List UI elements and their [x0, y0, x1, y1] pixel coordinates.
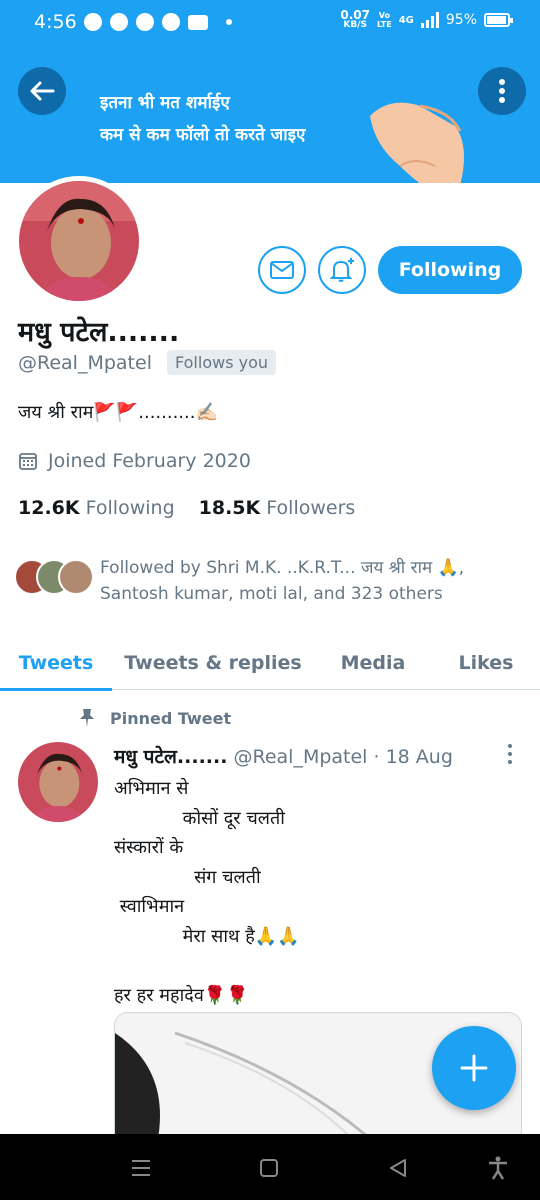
person-icon: [136, 13, 154, 31]
more-options-button[interactable]: [478, 67, 526, 115]
following-button[interactable]: Following: [378, 246, 522, 294]
back-nav-button[interactable]: [378, 1154, 418, 1182]
tab-tweets-replies[interactable]: Tweets & replies: [112, 636, 314, 690]
avatar-image: [19, 181, 139, 301]
play-icon: [110, 13, 128, 31]
youtube-icon: [188, 15, 208, 30]
compose-tweet-button[interactable]: [432, 1026, 516, 1110]
whatsapp-icon: [84, 13, 102, 31]
notification-icons: [84, 13, 232, 31]
followers-stat[interactable]: 18.5K Followers: [199, 497, 356, 519]
arrow-left-icon: [30, 81, 55, 101]
following-count: 12.6K: [18, 497, 80, 519]
profile-avatar[interactable]: [14, 176, 144, 306]
tweet-handle: @Real_Mpatel: [233, 746, 368, 768]
battery-percent: 95%: [445, 12, 477, 28]
tweet-avatar[interactable]: [18, 742, 98, 822]
profile-banner: इतना भी मत शर्माईए कम से कम फॉलो तो करते…: [0, 46, 540, 183]
network-type: 4G: [398, 14, 414, 26]
pin-icon: [80, 709, 94, 727]
tab-likes[interactable]: Likes: [432, 636, 540, 690]
recent-apps-button[interactable]: [121, 1154, 161, 1182]
battery-icon: [484, 13, 513, 27]
status-bar: 4:56 0.07 KB/S Vo LTE 4G 95%: [0, 0, 540, 46]
tab-media[interactable]: Media: [314, 636, 432, 690]
joined-date: Joined February 2020: [18, 450, 251, 472]
calendar-icon: [19, 453, 37, 470]
back-button[interactable]: [18, 67, 66, 115]
notifications-button[interactable]: [318, 246, 366, 294]
home-button[interactable]: [249, 1154, 289, 1182]
tab-tweets[interactable]: Tweets: [0, 636, 112, 691]
accessibility-icon: [489, 1156, 507, 1180]
banner-text-line2: कम से कम फॉलो तो करते जाइए: [100, 125, 306, 145]
mail-icon: [270, 261, 294, 279]
tweet-header: मधु पटेल....... @Real_Mpatel · 18 Aug: [114, 743, 453, 769]
following-stat[interactable]: 12.6K Following: [18, 497, 175, 519]
accessibility-button[interactable]: [478, 1154, 518, 1182]
volte-indicator: Vo LTE: [377, 11, 392, 29]
message-button[interactable]: [258, 246, 306, 294]
tweet-date: · 18 Aug: [373, 746, 453, 768]
banner-text-line1: इतना भी मत शर्माईए: [100, 93, 230, 113]
bell-plus-icon: [329, 258, 354, 282]
tweet-text: अभिमान से कोसों दूर चलती संस्कारों के सं…: [114, 778, 300, 1006]
signal-icon: [420, 12, 439, 28]
profile-handle: @Real_Mpatel: [18, 352, 152, 374]
app-icon: [162, 13, 180, 31]
avatar: [58, 559, 94, 595]
profile-tabs: Tweets Tweets & replies Media Likes: [0, 636, 540, 691]
followers-label: Followers: [266, 497, 356, 519]
following-label: Following: [85, 497, 175, 519]
pinned-label: Pinned Tweet: [78, 708, 231, 728]
more-vertical-icon: [499, 79, 505, 103]
profile-name: मधु पटेल.......: [18, 317, 180, 348]
follow-stats: 12.6K Following 18.5K Followers: [18, 497, 355, 519]
follows-you-badge: Follows you: [167, 350, 277, 375]
tweet-more-button[interactable]: [500, 742, 520, 766]
followers-count: 18.5K: [198, 497, 261, 519]
back-triangle-icon: [390, 1159, 406, 1177]
menu-icon: [132, 1160, 150, 1176]
network-speed: 0.07 KB/S: [340, 8, 370, 30]
home-square-icon: [260, 1159, 278, 1177]
more-notifications-dot-icon: [226, 19, 232, 25]
plus-icon: [460, 1054, 488, 1082]
more-vertical-icon: [508, 744, 512, 764]
system-navigation-bar: [0, 1134, 540, 1200]
profile-bio: जय श्री राम🚩🚩..........✍🏻: [18, 402, 218, 423]
status-time: 4:56: [34, 11, 77, 33]
followed-by-avatars: [14, 555, 96, 595]
joined-text: Joined February 2020: [48, 450, 251, 472]
followed-by-text: Followed by Shri M.K. ..K.R.T... जय श्री…: [100, 558, 465, 604]
tweet-author[interactable]: मधु पटेल.......: [114, 746, 227, 768]
followed-by[interactable]: Followed by Shri M.K. ..K.R.T... जय श्री…: [14, 555, 500, 607]
